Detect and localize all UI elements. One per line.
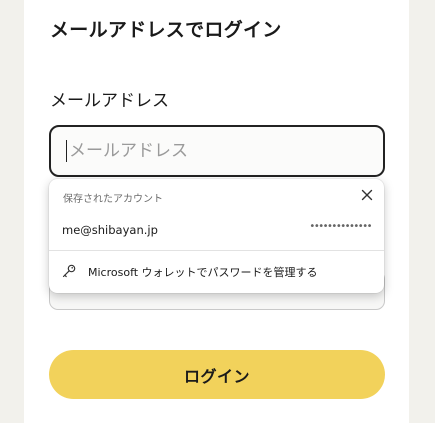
popup-divider <box>49 250 384 251</box>
account-password-mask: •••••••••••••• <box>309 221 372 232</box>
autofill-popup: 保存されたアカウント me@shibayan.jp ••••••••••••••… <box>49 179 384 293</box>
login-button-label: ログイン <box>183 366 250 386</box>
page-title: メールアドレスでログイン <box>50 19 282 41</box>
manage-passwords-item[interactable]: Microsoft ウォレットでパスワードを管理する <box>49 257 384 285</box>
manage-passwords-label: Microsoft ウォレットでパスワードを管理する <box>88 266 318 279</box>
account-email: me@shibayan.jp <box>62 223 158 237</box>
login-button[interactable]: ログイン <box>49 350 385 399</box>
email-field[interactable] <box>49 125 385 177</box>
key-icon <box>62 264 76 278</box>
text-caret <box>66 140 67 162</box>
email-input[interactable] <box>65 127 369 175</box>
saved-account-item[interactable]: me@shibayan.jp •••••••••••••• <box>49 215 384 245</box>
email-label: メールアドレス <box>50 91 169 111</box>
popup-header: 保存されたアカウント <box>63 194 163 205</box>
close-icon[interactable] <box>359 187 375 203</box>
